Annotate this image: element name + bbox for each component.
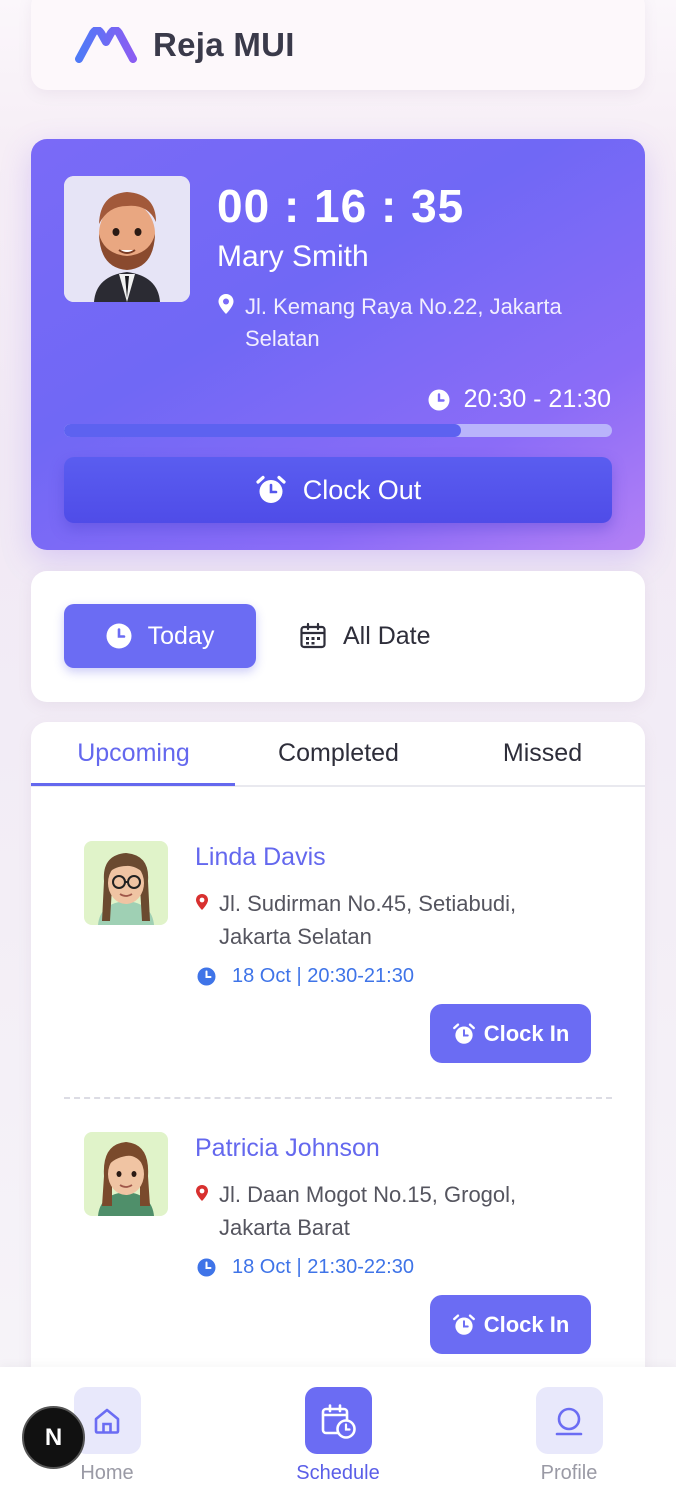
clock-in-button[interactable]: Clock In bbox=[430, 1004, 591, 1063]
client-location: Jl. Sudirman No.45, Setiabudi, Jakarta S… bbox=[195, 887, 575, 953]
nav-profile[interactable]: Profile bbox=[494, 1387, 644, 1485]
nav-schedule[interactable]: Schedule bbox=[263, 1387, 413, 1485]
employee-name: Mary Smith bbox=[217, 240, 369, 273]
nav-profile-icon-box bbox=[535, 1387, 603, 1454]
app-header: Reja MUI bbox=[31, 0, 645, 90]
nav-schedule-label: Schedule bbox=[296, 1462, 380, 1484]
today-label: Today bbox=[147, 621, 215, 650]
shift-time-text: 20:30 - 21:30 bbox=[463, 385, 611, 413]
visit-time: 18 Oct | 21:30-22:30 bbox=[197, 1256, 414, 1279]
shift-progress-fill bbox=[64, 424, 462, 437]
client-location: Jl. Daan Mogot No.15, Grogol, Jakarta Ba… bbox=[195, 1178, 575, 1244]
location-pin-icon bbox=[218, 294, 234, 314]
client-location-text: Jl. Sudirman No.45, Setiabudi, Jakarta S… bbox=[219, 891, 517, 949]
all-date-label: All Date bbox=[343, 621, 431, 650]
tab-missed[interactable]: Missed bbox=[440, 739, 645, 768]
bottom-navigation: Home Schedule Profile bbox=[0, 1367, 676, 1496]
nav-profile-label: Profile bbox=[540, 1462, 598, 1484]
client-name: Linda Davis bbox=[195, 843, 326, 871]
clock-icon bbox=[197, 1258, 216, 1277]
clock-icon bbox=[197, 967, 216, 986]
alarm-clock-icon bbox=[452, 1022, 475, 1044]
date-filter-card: Today All Date bbox=[31, 571, 645, 702]
schedule-tabs: Upcoming Completed Missed bbox=[31, 722, 645, 787]
reja-logo-icon bbox=[75, 27, 137, 63]
visit-time-text: 18 Oct | 20:30-21:30 bbox=[232, 965, 414, 987]
avatar bbox=[84, 841, 168, 925]
home-icon bbox=[94, 1408, 120, 1434]
clock-icon bbox=[428, 389, 450, 410]
dev-tools-badge[interactable]: N bbox=[22, 1406, 85, 1469]
tab-upcoming[interactable]: Upcoming bbox=[31, 739, 236, 768]
location-pin-icon bbox=[196, 1185, 208, 1201]
item-divider bbox=[64, 1097, 612, 1099]
clock-in-button[interactable]: Clock In bbox=[430, 1295, 591, 1354]
location-pin-icon bbox=[196, 894, 208, 910]
active-tab-indicator bbox=[31, 783, 235, 786]
user-icon bbox=[555, 1407, 583, 1435]
clock-out-label: Clock Out bbox=[302, 474, 422, 505]
shift-progress-bar bbox=[64, 424, 612, 437]
schedule-list-card: Upcoming Completed Missed Linda Davis Jl… bbox=[31, 722, 645, 1422]
calendar-clock-icon bbox=[321, 1403, 356, 1439]
avatar bbox=[64, 176, 190, 302]
visit-time: 18 Oct | 20:30-21:30 bbox=[197, 965, 414, 988]
today-filter-button[interactable]: Today bbox=[64, 604, 256, 668]
shift-location-text: Jl. Kemang Raya No.22, Jakarta Selatan bbox=[245, 294, 562, 351]
calendar-icon bbox=[300, 622, 326, 649]
nav-schedule-icon-box bbox=[304, 1387, 372, 1454]
all-date-filter-button[interactable]: All Date bbox=[299, 604, 431, 668]
client-name: Patricia Johnson bbox=[195, 1134, 380, 1162]
shift-location: Jl. Kemang Raya No.22, Jakarta Selatan bbox=[217, 291, 617, 355]
clock-out-button[interactable]: Clock Out bbox=[64, 457, 612, 523]
tab-completed[interactable]: Completed bbox=[236, 739, 441, 768]
clock-in-label: Clock In bbox=[483, 1020, 570, 1046]
client-location-text: Jl. Daan Mogot No.15, Grogol, Jakarta Ba… bbox=[219, 1182, 517, 1240]
avatar bbox=[84, 1132, 168, 1216]
shift-timer: 00 : 16 : 35 bbox=[217, 180, 465, 232]
clock-icon bbox=[106, 623, 132, 649]
visit-time-text: 18 Oct | 21:30-22:30 bbox=[232, 1256, 414, 1278]
clock-in-label: Clock In bbox=[483, 1311, 570, 1337]
active-shift-card: 00 : 16 : 35 Mary Smith Jl. Kemang Raya … bbox=[31, 139, 645, 550]
alarm-clock-icon bbox=[452, 1313, 475, 1335]
shift-time: 20:30 - 21:30 bbox=[428, 385, 611, 414]
app-title: Reja MUI bbox=[153, 26, 295, 63]
alarm-clock-icon bbox=[256, 475, 286, 503]
